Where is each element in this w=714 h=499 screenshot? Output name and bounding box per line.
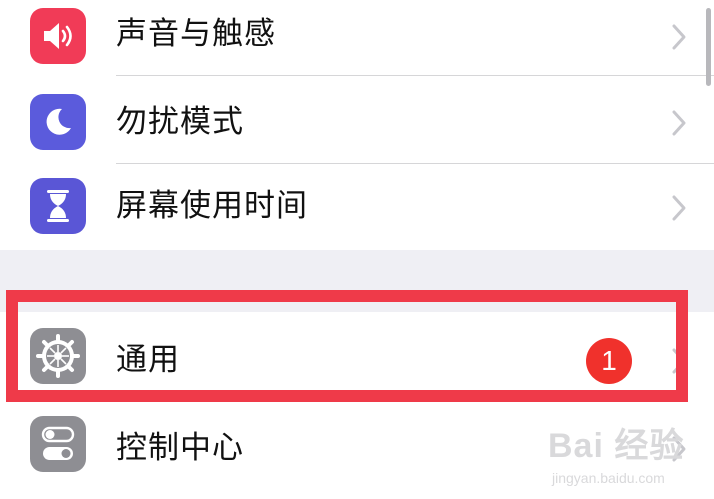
settings-row-sounds[interactable]: 声音与触感 xyxy=(0,0,714,80)
settings-group-1: 声音与触感 勿扰模式 屏幕使用时间 xyxy=(0,0,714,250)
toggles-icon xyxy=(30,416,86,472)
chevron-right-icon xyxy=(672,110,686,136)
settings-row-label: 屏幕使用时间 xyxy=(116,188,308,224)
moon-icon xyxy=(30,94,86,150)
row-separator xyxy=(116,75,714,76)
settings-row-label: 控制中心 xyxy=(116,430,244,466)
watermark-url: jingyan.baidu.com xyxy=(552,470,665,486)
settings-row-screen-time[interactable]: 屏幕使用时间 xyxy=(0,166,714,252)
watermark-brand: Bai 经验 xyxy=(548,427,685,465)
scrollbar[interactable] xyxy=(706,8,711,86)
speaker-wave-icon xyxy=(30,8,86,64)
watermark: Bai 经验 jingyan.baidu.com xyxy=(548,418,708,498)
row-separator xyxy=(116,163,714,164)
hourglass-icon xyxy=(30,178,86,234)
settings-row-label: 勿扰模式 xyxy=(116,104,244,140)
settings-row-label: 声音与触感 xyxy=(116,16,276,52)
highlight-box xyxy=(6,290,688,402)
settings-row-do-not-disturb[interactable]: 勿扰模式 xyxy=(0,80,714,166)
chevron-right-icon xyxy=(672,24,686,50)
chevron-right-icon xyxy=(672,195,686,221)
